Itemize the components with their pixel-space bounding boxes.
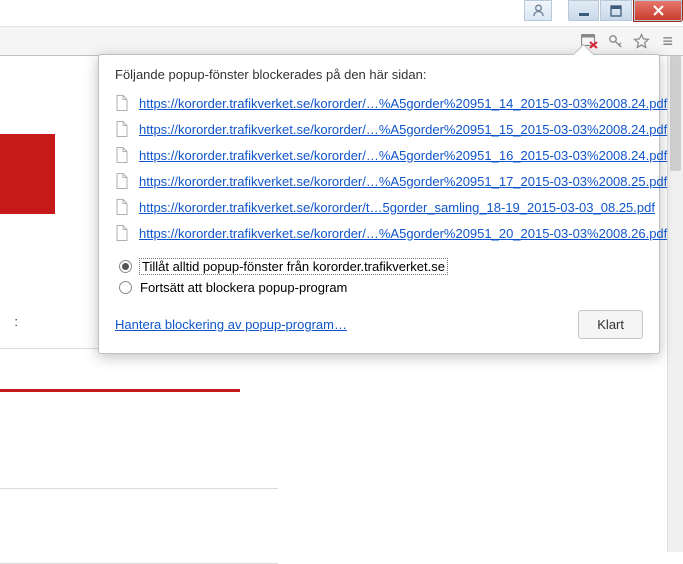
maximize-button[interactable] (600, 0, 633, 22)
manage-popups-link[interactable]: Hantera blockering av popup-program… (115, 317, 347, 332)
file-icon (115, 199, 129, 215)
minimize-button[interactable] (567, 0, 600, 22)
blocked-link[interactable]: https://kororder.trafikverket.se/kororde… (139, 122, 667, 137)
radio-icon (119, 260, 132, 273)
file-icon (115, 147, 129, 163)
popup-radio-group: Tillåt alltid popup-fönster från kororde… (119, 256, 643, 298)
window-titlebar (523, 0, 683, 22)
blocked-link[interactable]: https://kororder.trafikverket.se/kororde… (139, 226, 667, 241)
popup-footer: Hantera blockering av popup-program… Kla… (115, 310, 643, 339)
list-item: https://kororder.trafikverket.se/kororde… (115, 194, 643, 220)
popup-blocked-dialog: Följande popup-fönster blockerades på de… (98, 54, 660, 354)
list-item: https://kororder.trafikverket.se/kororde… (115, 90, 643, 116)
file-icon (115, 173, 129, 189)
key-icon[interactable] (606, 32, 624, 50)
blocked-link[interactable]: https://kororder.trafikverket.se/kororde… (139, 174, 667, 189)
blocked-link[interactable]: https://kororder.trafikverket.se/kororde… (139, 148, 667, 163)
radio-allow-label: Tillåt alltid popup-fönster från kororde… (140, 259, 447, 274)
file-icon (115, 95, 129, 111)
star-icon[interactable] (632, 32, 650, 50)
blocked-popup-list: https://kororder.trafikverket.se/kororde… (115, 90, 643, 246)
red-header-strip (0, 134, 55, 214)
file-icon (115, 225, 129, 241)
blocked-link[interactable]: https://kororder.trafikverket.se/kororde… (139, 200, 655, 215)
vertical-scrollbar[interactable] (667, 56, 683, 552)
close-button[interactable] (633, 0, 683, 22)
radio-allow[interactable]: Tillåt alltid popup-fönster från kororde… (119, 256, 643, 277)
list-item: https://kororder.trafikverket.se/kororde… (115, 220, 643, 246)
blocked-link[interactable]: https://kororder.trafikverket.se/kororde… (139, 96, 667, 111)
radio-icon (119, 281, 132, 294)
list-item: https://kororder.trafikverket.se/kororde… (115, 142, 643, 168)
red-underline (0, 389, 240, 392)
radio-block[interactable]: Fortsätt att blockera popup-program (119, 277, 643, 298)
done-button[interactable]: Klart (578, 310, 643, 339)
radio-block-label: Fortsätt att blockera popup-program (140, 280, 347, 295)
user-button[interactable] (523, 0, 553, 22)
popup-header: Följande popup-fönster blockerades på de… (115, 67, 643, 82)
list-item: https://kororder.trafikverket.se/kororde… (115, 168, 643, 194)
scrollbar-thumb[interactable] (670, 56, 681, 171)
list-item: https://kororder.trafikverket.se/kororde… (115, 116, 643, 142)
file-icon (115, 121, 129, 137)
menu-icon[interactable]: ≡ (658, 31, 677, 52)
